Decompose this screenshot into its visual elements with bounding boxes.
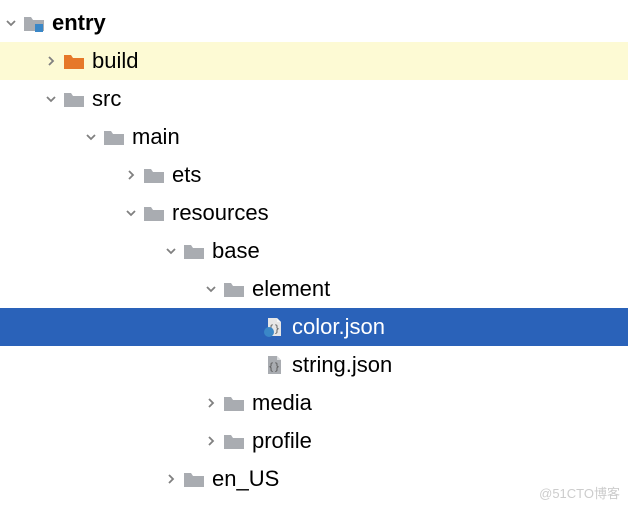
tree-row[interactable]: entry <box>0 4 628 42</box>
svg-text:{}: {} <box>268 362 280 373</box>
tree-item-label: ets <box>172 164 201 186</box>
chevron-right-icon[interactable] <box>200 397 222 409</box>
tree-item-label: entry <box>52 12 106 34</box>
tree-row[interactable]: src <box>0 80 628 118</box>
chevron-down-icon[interactable] <box>80 131 102 143</box>
tree-item-label: color.json <box>292 316 385 338</box>
chevron-down-icon[interactable] <box>200 283 222 295</box>
tree-item-label: profile <box>252 430 312 452</box>
chevron-right-icon[interactable] <box>160 473 182 485</box>
tree-row[interactable]: en_US <box>0 460 628 498</box>
tree-item-label: build <box>92 50 138 72</box>
tree-item-label: base <box>212 240 260 262</box>
tree-row[interactable]: profile <box>0 422 628 460</box>
tree-item-label: src <box>92 88 121 110</box>
tree-item-label: resources <box>172 202 269 224</box>
tree-row[interactable]: main <box>0 118 628 156</box>
tree-row[interactable]: ets <box>0 156 628 194</box>
tree-row[interactable]: build <box>0 42 628 80</box>
chevron-down-icon[interactable] <box>40 93 62 105</box>
folder-ex-icon <box>62 49 86 73</box>
folder-icon <box>222 277 246 301</box>
chevron-down-icon[interactable] <box>160 245 182 257</box>
folder-icon <box>182 467 206 491</box>
tree-row[interactable]: media <box>0 384 628 422</box>
chevron-right-icon[interactable] <box>40 55 62 67</box>
folder-icon <box>222 429 246 453</box>
tree-item-label: main <box>132 126 180 148</box>
chevron-down-icon[interactable] <box>120 207 142 219</box>
chevron-down-icon[interactable] <box>0 17 22 29</box>
tree-row[interactable]: base <box>0 232 628 270</box>
folder-icon <box>62 87 86 111</box>
chevron-right-icon[interactable] <box>200 435 222 447</box>
folder-icon <box>102 125 126 149</box>
tree-item-label: en_US <box>212 468 279 490</box>
tree-item-label: element <box>252 278 330 300</box>
json-icon: {} <box>262 353 286 377</box>
json-color-icon: {} <box>262 315 286 339</box>
tree-item-label: media <box>252 392 312 414</box>
folder-icon <box>142 163 166 187</box>
folder-icon <box>142 201 166 225</box>
folder-icon <box>222 391 246 415</box>
module-icon <box>22 11 46 35</box>
file-tree: entry build srcmain ets resources base element… <box>0 0 628 498</box>
tree-row[interactable]: element <box>0 270 628 308</box>
tree-row[interactable]: resources <box>0 194 628 232</box>
folder-icon <box>182 239 206 263</box>
tree-row[interactable]: {} color.json <box>0 308 628 346</box>
chevron-right-icon[interactable] <box>120 169 142 181</box>
tree-row[interactable]: {} string.json <box>0 346 628 384</box>
tree-item-label: string.json <box>292 354 392 376</box>
